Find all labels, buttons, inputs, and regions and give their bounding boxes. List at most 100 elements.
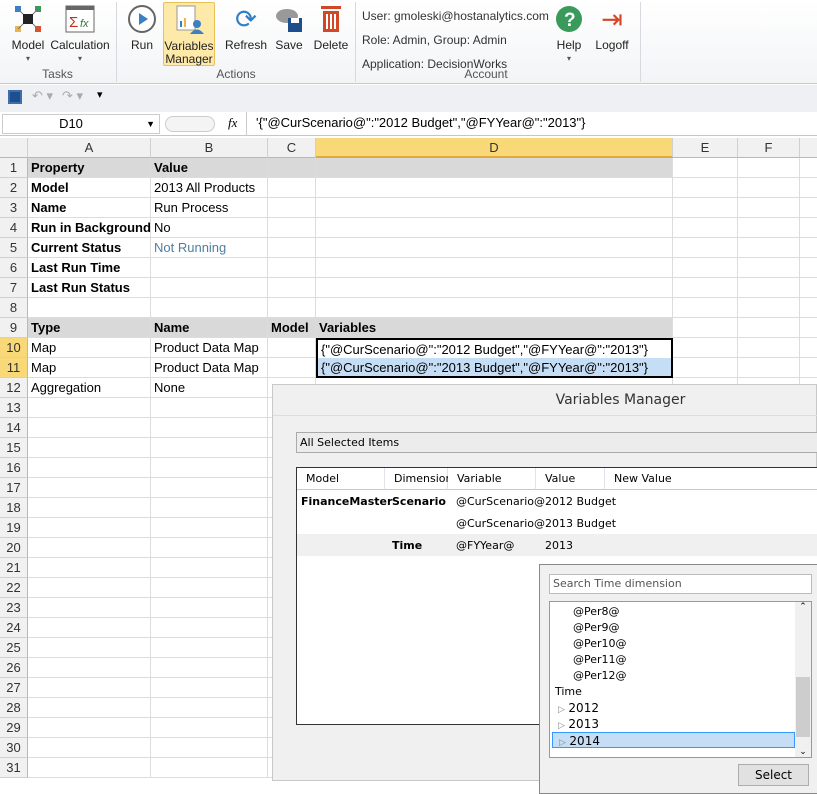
cell-c1[interactable] — [268, 158, 316, 178]
refresh-button[interactable]: ⟳ Refresh — [224, 2, 268, 52]
header-variable[interactable]: Variable — [448, 468, 536, 490]
cell-b25[interactable] — [151, 638, 268, 658]
cell-a19[interactable] — [28, 518, 151, 538]
cell-a28[interactable] — [28, 698, 151, 718]
header-model[interactable]: Model — [297, 468, 385, 490]
cell-c5[interactable] — [268, 238, 316, 258]
cell-b27[interactable] — [151, 678, 268, 698]
variables-manager-button[interactable]: Variables Manager — [163, 2, 215, 66]
cell-c4[interactable] — [268, 218, 316, 238]
cell-a13[interactable] — [28, 398, 151, 418]
row-header[interactable]: 3 — [0, 198, 28, 218]
cell-c9[interactable]: Model — [268, 318, 316, 338]
row-header[interactable]: 18 — [0, 498, 28, 518]
cell-d10[interactable]: {"@CurScenario@":"2012 Budget","@FYYear@… — [316, 338, 673, 358]
row-header[interactable]: 8 — [0, 298, 28, 318]
cell-a29[interactable] — [28, 718, 151, 738]
tree-item[interactable]: @Per8@ — [573, 604, 620, 620]
cell-g4[interactable] — [800, 218, 817, 238]
scrollbar[interactable]: ⌃ ⌄ — [795, 602, 811, 757]
cell-b24[interactable] — [151, 618, 268, 638]
cell-a26[interactable] — [28, 658, 151, 678]
tree-item[interactable]: @Per12@ — [573, 668, 627, 684]
help-button[interactable]: ? Help ▾ — [552, 2, 586, 65]
cell-d2[interactable] — [316, 178, 673, 198]
cell-f10[interactable] — [738, 338, 800, 358]
calculation-button[interactable]: Σfx Calculation ▾ — [50, 2, 110, 65]
expand-triangle-icon[interactable]: ▷ — [558, 705, 565, 715]
cell-e5[interactable] — [673, 238, 738, 258]
row-header[interactable]: 4 — [0, 218, 28, 238]
grid-row[interactable]: @CurScenario@ 2013 Budget — [297, 512, 817, 534]
tree-item[interactable]: @Per9@ — [573, 620, 620, 636]
filter-dropdown[interactable]: All Selected Items — [296, 432, 817, 453]
cell-a27[interactable] — [28, 678, 151, 698]
cell-a14[interactable] — [28, 418, 151, 438]
cell-b13[interactable] — [151, 398, 268, 418]
cell-e4[interactable] — [673, 218, 738, 238]
cell-a31[interactable] — [28, 758, 151, 778]
cell-a4[interactable]: Run in Background — [28, 218, 151, 238]
cell-b6[interactable] — [151, 258, 268, 278]
customize-toolbar-icon[interactable]: ▾ — [97, 88, 103, 101]
cell-a20[interactable] — [28, 538, 151, 558]
row-header[interactable]: 17 — [0, 478, 28, 498]
row-header[interactable]: 9 — [0, 318, 28, 338]
cell-b20[interactable] — [151, 538, 268, 558]
cell-f1[interactable] — [738, 158, 800, 178]
cell-a5[interactable]: Current Status — [28, 238, 151, 258]
row-header[interactable]: 30 — [0, 738, 28, 758]
cell-e8[interactable] — [673, 298, 738, 318]
row-header[interactable]: 16 — [0, 458, 28, 478]
cell-a18[interactable] — [28, 498, 151, 518]
model-button[interactable]: Model ▾ — [8, 2, 48, 65]
cell-a1[interactable]: Property — [28, 158, 151, 178]
save-icon[interactable] — [8, 90, 22, 104]
cell-e10[interactable] — [673, 338, 738, 358]
row-header[interactable]: 28 — [0, 698, 28, 718]
cell-d1[interactable] — [316, 158, 673, 178]
cell-g8[interactable] — [800, 298, 817, 318]
column-header-c[interactable]: C — [268, 138, 316, 158]
logoff-button[interactable]: ⇥ Logoff — [592, 2, 632, 52]
cell-g1[interactable] — [800, 158, 817, 178]
cell-c3[interactable] — [268, 198, 316, 218]
row-header[interactable]: 22 — [0, 578, 28, 598]
cell-g5[interactable] — [800, 238, 817, 258]
row-header[interactable]: 24 — [0, 618, 28, 638]
cell-b10[interactable]: Product Data Map — [151, 338, 268, 358]
cell-e11[interactable] — [673, 358, 738, 378]
column-header-g[interactable] — [800, 138, 817, 158]
header-dimension[interactable]: Dimension — [385, 468, 452, 490]
cell-b9[interactable]: Name — [151, 318, 268, 338]
row-header[interactable]: 7 — [0, 278, 28, 298]
grid-row[interactable]: Time @FYYear@ 2013 — [297, 534, 817, 556]
tree-item[interactable]: @Per11@ — [573, 652, 627, 668]
scroll-down-icon[interactable]: ⌄ — [795, 747, 811, 757]
select-button[interactable]: Select — [738, 764, 809, 786]
row-header[interactable]: 10 — [0, 338, 28, 358]
cell-f2[interactable] — [738, 178, 800, 198]
cell-c7[interactable] — [268, 278, 316, 298]
column-header-d[interactable]: D — [316, 138, 673, 158]
cell-a30[interactable] — [28, 738, 151, 758]
cell-b8[interactable] — [151, 298, 268, 318]
cell-a17[interactable] — [28, 478, 151, 498]
redo-icon[interactable]: ↷ ▾ — [62, 88, 83, 104]
run-button[interactable]: Run — [124, 2, 160, 52]
row-header[interactable]: 15 — [0, 438, 28, 458]
tree-year-2013[interactable]: ▷ 2013 — [552, 716, 795, 732]
row-header[interactable]: 27 — [0, 678, 28, 698]
select-all-corner[interactable] — [0, 138, 28, 158]
column-header-a[interactable]: A — [28, 138, 151, 158]
cell-c6[interactable] — [268, 258, 316, 278]
row-header[interactable]: 6 — [0, 258, 28, 278]
cell-f7[interactable] — [738, 278, 800, 298]
cell-a16[interactable] — [28, 458, 151, 478]
cell-e9[interactable] — [673, 318, 738, 338]
cell-c2[interactable] — [268, 178, 316, 198]
cell-g3[interactable] — [800, 198, 817, 218]
cell-g11[interactable] — [800, 358, 817, 378]
cell-b23[interactable] — [151, 598, 268, 618]
header-value[interactable]: Value — [536, 468, 605, 490]
